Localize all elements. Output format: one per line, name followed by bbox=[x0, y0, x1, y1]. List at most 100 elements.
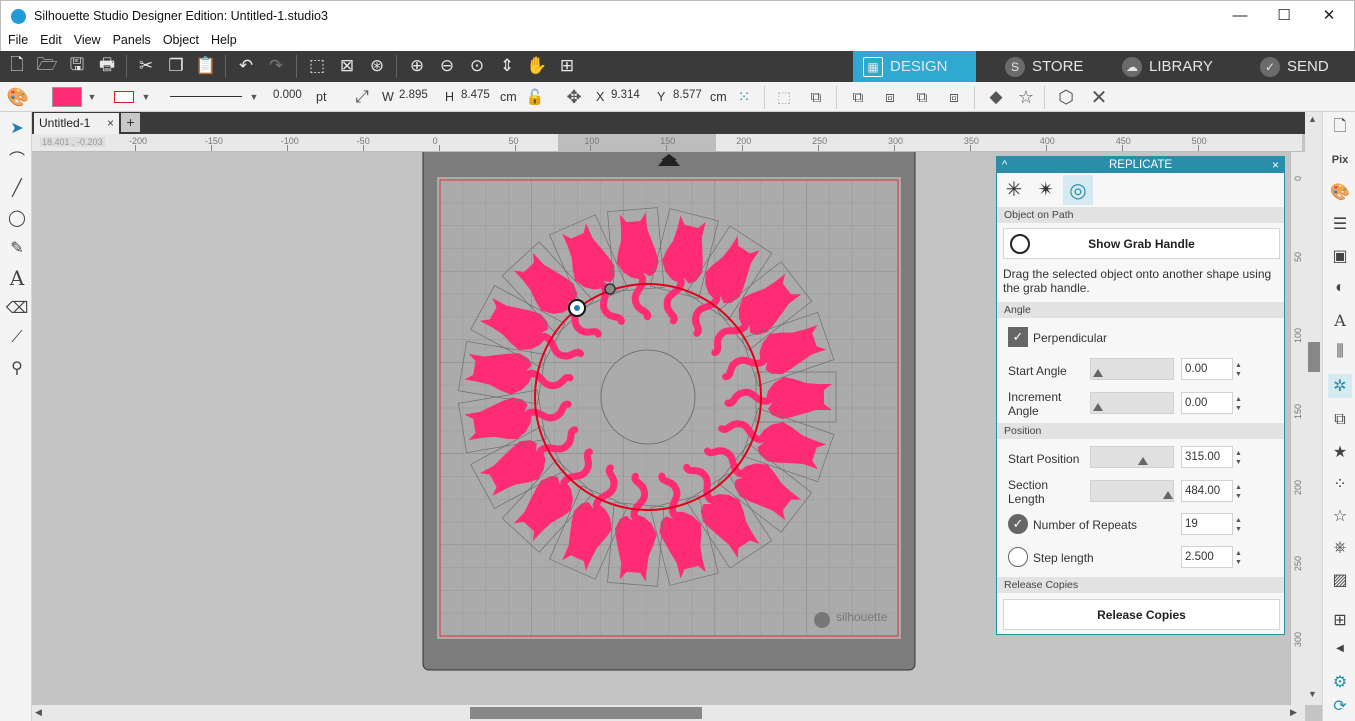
step-length-field[interactable]: 2.500 bbox=[1181, 546, 1233, 568]
start-angle-thumb[interactable] bbox=[1093, 369, 1103, 377]
show-grab-handle-button[interactable]: Show Grab Handle bbox=[1003, 228, 1280, 259]
3d-box-icon[interactable]: ⬡ bbox=[1054, 85, 1078, 109]
fill-color-swatch[interactable] bbox=[52, 87, 82, 107]
new-file-icon[interactable]: 🗋 bbox=[4, 53, 30, 79]
line-width-field[interactable]: 0.000 bbox=[270, 88, 312, 106]
ellipse-tool-icon[interactable]: ◯ bbox=[5, 206, 29, 230]
hand-pan-icon[interactable]: ✋ bbox=[524, 53, 550, 79]
shape-weld-icon[interactable]: ◆ bbox=[984, 85, 1008, 109]
star-panel-icon[interactable]: ☆ bbox=[1328, 504, 1352, 528]
page-setup-icon[interactable]: 🗋 bbox=[1328, 116, 1352, 140]
menu-view[interactable]: View bbox=[67, 31, 106, 47]
send-backward-icon[interactable]: ⧉ bbox=[910, 85, 934, 109]
menu-object[interactable]: Object bbox=[156, 31, 204, 47]
section-length-thumb[interactable] bbox=[1162, 491, 1173, 499]
sync-icon[interactable]: ⟳ bbox=[1328, 694, 1352, 718]
select-by-color-icon[interactable]: ⊛ bbox=[364, 53, 390, 79]
lock-aspect-icon[interactable]: 🔓 bbox=[523, 85, 547, 109]
y-position-field[interactable]: 8.577 bbox=[670, 88, 710, 106]
transform-icon[interactable]: ⎈ bbox=[1328, 536, 1352, 560]
point-edit-icon[interactable]: ⌒ bbox=[5, 146, 29, 170]
menu-edit[interactable]: Edit bbox=[33, 31, 67, 47]
maximize-button[interactable]: ☐ bbox=[1264, 5, 1304, 27]
select-pointer-icon[interactable]: ➤ bbox=[5, 116, 29, 140]
offset-icon[interactable]: ★ bbox=[1328, 440, 1352, 464]
document-tab-close[interactable]: × bbox=[107, 116, 114, 130]
object-on-path-icon[interactable]: ◎ bbox=[1063, 175, 1093, 205]
panel-close-icon[interactable]: × bbox=[1272, 157, 1279, 173]
copy-icon[interactable]: ❐ bbox=[163, 53, 189, 79]
zoom-in-icon[interactable]: ⊕ bbox=[404, 53, 430, 79]
collapse-arrow-icon[interactable]: ◀ bbox=[1328, 636, 1352, 660]
increment-angle-thumb[interactable] bbox=[1093, 403, 1103, 411]
replicate-presets-icon[interactable]: ✳ bbox=[1000, 175, 1028, 203]
tab-library[interactable]: ☁ LIBRARY bbox=[1112, 51, 1247, 82]
section-length-slider[interactable] bbox=[1090, 480, 1174, 502]
vertical-scrollbar[interactable]: ▲ ▼ bbox=[1305, 112, 1322, 705]
cut-icon[interactable]: ✂ bbox=[133, 53, 159, 79]
fill-panel-icon[interactable]: 🎨 bbox=[1328, 180, 1352, 204]
increment-angle-field[interactable]: 0.00 bbox=[1181, 392, 1233, 414]
document-tab[interactable]: Untitled-1 × bbox=[34, 113, 119, 134]
number-of-repeats-spinner[interactable]: ▲ ▼ bbox=[1235, 516, 1242, 534]
eyedropper-tool-icon[interactable]: ⚲ bbox=[5, 356, 29, 380]
number-of-repeats-field[interactable]: 19 bbox=[1181, 513, 1233, 535]
scroll-up-icon[interactable]: ▲ bbox=[1308, 114, 1317, 124]
pencil-tool-icon[interactable]: ✎ bbox=[5, 236, 29, 260]
section-length-spinner[interactable]: ▲ ▼ bbox=[1235, 483, 1242, 501]
hatch-icon[interactable]: ▨ bbox=[1328, 568, 1352, 592]
increment-angle-slider[interactable] bbox=[1090, 392, 1174, 414]
bring-front-icon[interactable]: ⧉ bbox=[846, 85, 870, 109]
release-copies-button[interactable]: Release Copies bbox=[1003, 599, 1280, 630]
start-angle-spinner[interactable]: ▲ ▼ bbox=[1235, 361, 1242, 379]
tab-send[interactable]: ✓ SEND bbox=[1250, 51, 1355, 82]
increment-angle-spinner[interactable]: ▲ ▼ bbox=[1235, 395, 1242, 413]
group-icon[interactable]: ⬚ bbox=[772, 85, 796, 109]
sketch-panel-icon[interactable]: ▣ bbox=[1328, 244, 1352, 268]
start-angle-slider[interactable] bbox=[1090, 358, 1174, 380]
perpendicular-checkbox[interactable]: ✓ bbox=[1008, 327, 1028, 347]
line-tool-icon[interactable]: ╱ bbox=[5, 176, 29, 200]
close-x-icon[interactable]: ✕ bbox=[1087, 85, 1111, 109]
redo-icon[interactable]: ↷ bbox=[263, 53, 289, 79]
minimize-button[interactable]: — bbox=[1220, 5, 1260, 27]
start-position-field[interactable]: 315.00 bbox=[1181, 446, 1233, 468]
text-style-icon[interactable]: A bbox=[1328, 308, 1352, 332]
start-position-spinner[interactable]: ▲ ▼ bbox=[1235, 449, 1242, 467]
replicate-panel-icon[interactable]: ✲ bbox=[1328, 374, 1352, 398]
trace-icon[interactable]: ⁘ bbox=[1328, 472, 1352, 496]
start-position-thumb[interactable] bbox=[1138, 457, 1149, 465]
menu-help[interactable]: Help bbox=[204, 31, 242, 47]
layers-icon[interactable]: ⊞ bbox=[1328, 608, 1352, 632]
start-position-slider[interactable] bbox=[1090, 446, 1174, 468]
knife-tool-icon[interactable]: ⟋ bbox=[5, 326, 29, 350]
add-tab-button[interactable]: + bbox=[121, 113, 140, 132]
scroll-down-icon[interactable]: ▼ bbox=[1308, 689, 1317, 699]
step-length-radio[interactable] bbox=[1008, 547, 1028, 567]
ungroup-icon[interactable]: ⧉ bbox=[804, 85, 828, 109]
pixscan-icon[interactable]: Pix bbox=[1328, 148, 1352, 172]
fit-page-icon[interactable]: ⊞ bbox=[554, 53, 580, 79]
open-folder-icon[interactable]: 🗁 bbox=[34, 53, 60, 79]
anchor-grid-icon[interactable]: ⁙ bbox=[732, 85, 756, 109]
horizontal-scrollbar[interactable]: ◀ ▶ bbox=[32, 705, 1305, 721]
zoom-out-icon[interactable]: ⊖ bbox=[434, 53, 460, 79]
deselect-icon[interactable]: ⊠ bbox=[334, 53, 360, 79]
height-field[interactable]: 8.475 bbox=[458, 88, 498, 106]
menu-panels[interactable]: Panels bbox=[106, 31, 156, 47]
zoom-fit-icon[interactable]: ⊙ bbox=[464, 53, 490, 79]
vertical-scroll-thumb[interactable] bbox=[1308, 342, 1320, 372]
bring-forward-icon[interactable]: ⧈ bbox=[878, 85, 902, 109]
replicate-advanced-icon[interactable]: ✴ bbox=[1032, 175, 1060, 203]
print-icon[interactable]: 🖶 bbox=[94, 53, 120, 79]
width-field[interactable]: 2.895 bbox=[396, 88, 438, 106]
transparency-icon[interactable]: ◐ bbox=[1328, 276, 1352, 300]
line-style-dropdown-icon[interactable]: ▼ bbox=[242, 85, 266, 109]
undo-icon[interactable]: ↶ bbox=[233, 53, 259, 79]
save-icon[interactable]: 🖫 bbox=[64, 53, 90, 79]
eraser-tool-icon[interactable]: ⌫ bbox=[5, 296, 29, 320]
modify-icon[interactable]: ⧉ bbox=[1328, 408, 1352, 432]
palette-icon[interactable]: 🎨 bbox=[6, 85, 30, 109]
line-dropdown-icon[interactable]: ▼ bbox=[134, 85, 158, 109]
path-anchor-handle[interactable] bbox=[604, 283, 616, 295]
